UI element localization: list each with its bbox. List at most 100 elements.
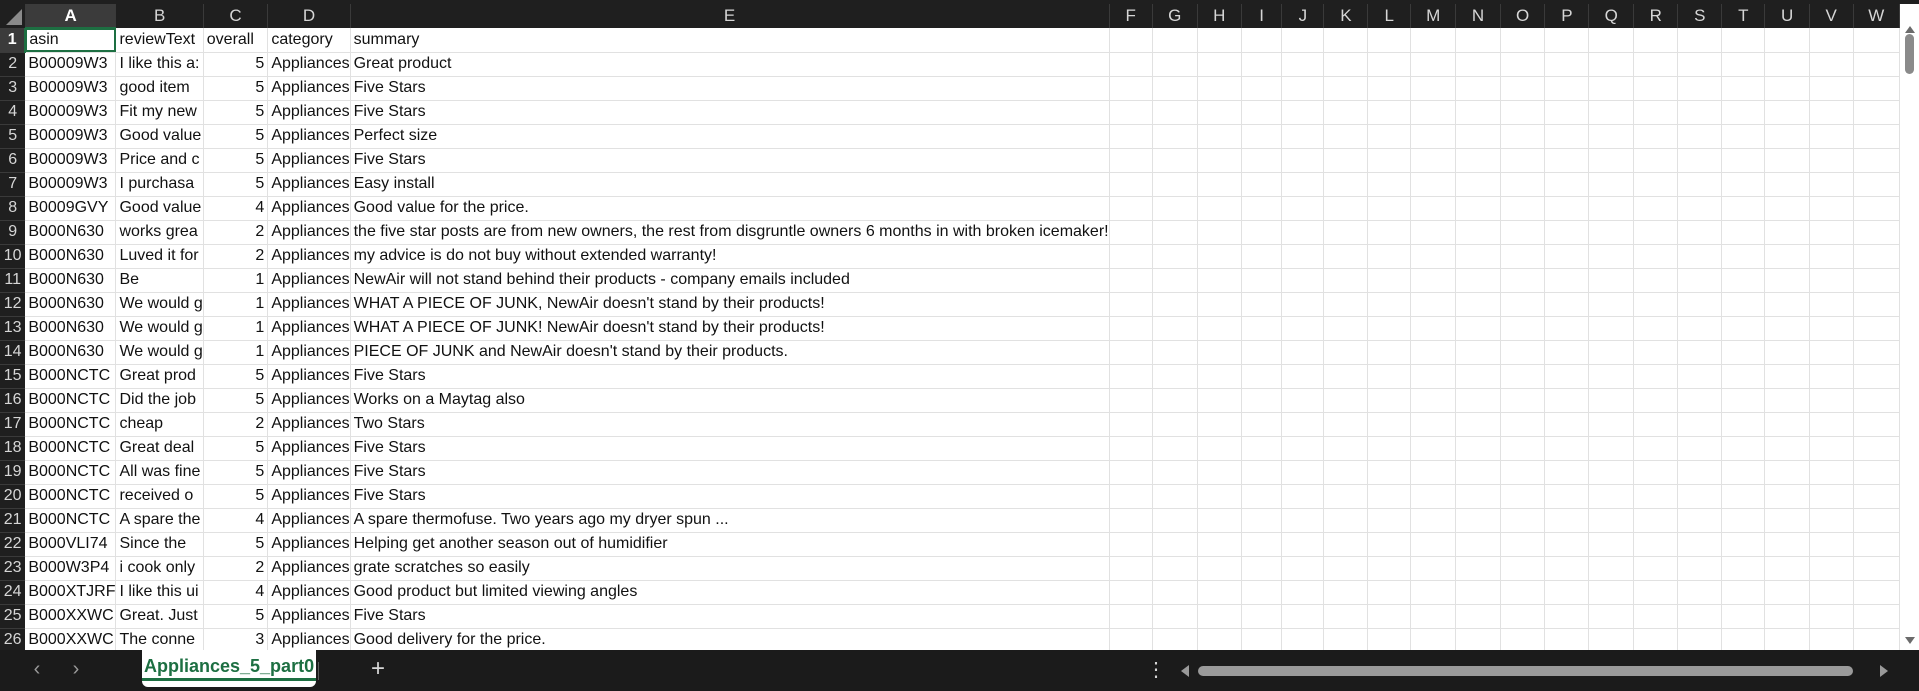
empty-cell[interactable] <box>1588 244 1635 269</box>
empty-cell[interactable] <box>1721 76 1766 101</box>
cell-b[interactable]: We would g <box>115 292 204 317</box>
cell-e[interactable]: WHAT A PIECE OF JUNK, NewAir doesn't sta… <box>350 292 1110 317</box>
empty-cell[interactable] <box>1197 292 1242 317</box>
empty-cell[interactable] <box>1853 220 1900 245</box>
empty-cell[interactable] <box>1410 604 1457 629</box>
empty-cell[interactable] <box>1721 316 1766 341</box>
cell-e[interactable]: Five Stars <box>350 100 1110 125</box>
row-header[interactable]: 7 <box>0 172 26 197</box>
cell-d[interactable]: Appliances <box>267 148 351 173</box>
column-header-j[interactable]: J <box>1281 4 1325 28</box>
empty-cell[interactable] <box>1633 100 1679 125</box>
empty-cell[interactable] <box>1152 604 1198 629</box>
empty-cell[interactable] <box>1633 172 1679 197</box>
empty-cell[interactable] <box>1455 220 1501 245</box>
cell-b[interactable]: The conne <box>115 628 204 650</box>
cell-c[interactable]: 5 <box>203 484 269 509</box>
empty-cell[interactable] <box>1721 148 1766 173</box>
empty-cell[interactable] <box>1323 604 1369 629</box>
empty-cell[interactable] <box>1853 76 1900 101</box>
cell-a[interactable]: B000NCTC <box>25 460 117 485</box>
empty-cell[interactable] <box>1410 412 1457 437</box>
empty-cell[interactable] <box>1500 244 1546 269</box>
column-header-k[interactable]: K <box>1323 4 1369 28</box>
empty-cell[interactable] <box>1152 76 1198 101</box>
empty-cell[interactable] <box>1677 340 1723 365</box>
empty-cell[interactable] <box>1677 412 1723 437</box>
empty-cell[interactable] <box>1588 172 1635 197</box>
sheet-tab-active[interactable]: Appliances_5_part0 <box>142 650 317 687</box>
cell-b[interactable]: works grea <box>115 220 204 245</box>
empty-cell[interactable] <box>1853 244 1900 269</box>
empty-cell[interactable] <box>1853 100 1900 125</box>
cell-e[interactable]: Good product but limited viewing angles <box>350 580 1110 605</box>
empty-cell[interactable] <box>1455 388 1501 413</box>
empty-cell[interactable] <box>1455 196 1501 221</box>
empty-cell[interactable] <box>1544 196 1590 221</box>
empty-cell[interactable] <box>1197 196 1242 221</box>
empty-cell[interactable] <box>1633 316 1679 341</box>
empty-cell[interactable] <box>1152 508 1198 533</box>
cell-e[interactable]: Five Stars <box>350 148 1110 173</box>
empty-cell[interactable] <box>1809 484 1854 509</box>
empty-cell[interactable] <box>1633 388 1679 413</box>
empty-cell[interactable] <box>1152 148 1198 173</box>
empty-cell[interactable] <box>1152 364 1198 389</box>
empty-cell[interactable] <box>1633 556 1679 581</box>
empty-cell[interactable] <box>1500 580 1546 605</box>
cell-c[interactable]: 4 <box>203 580 269 605</box>
more-options-icon[interactable]: ⋮ <box>1146 650 1166 691</box>
empty-cell[interactable] <box>1152 268 1198 293</box>
empty-cell[interactable] <box>1323 148 1369 173</box>
empty-cell[interactable] <box>1152 292 1198 317</box>
empty-cell[interactable] <box>1588 292 1635 317</box>
empty-cell[interactable] <box>1109 556 1153 581</box>
empty-cell[interactable] <box>1109 100 1153 125</box>
select-all-corner[interactable] <box>0 4 26 28</box>
cell-b[interactable]: We would g <box>115 340 204 365</box>
empty-cell[interactable] <box>1241 364 1283 389</box>
empty-cell[interactable] <box>1544 316 1590 341</box>
column-header-s[interactable]: S <box>1677 4 1723 28</box>
empty-cell[interactable] <box>1152 532 1198 557</box>
empty-cell[interactable] <box>1152 196 1198 221</box>
cell-a[interactable]: B000XXWC <box>25 628 117 650</box>
empty-cell[interactable] <box>1764 436 1810 461</box>
empty-cell[interactable] <box>1455 556 1501 581</box>
empty-cell[interactable] <box>1721 172 1766 197</box>
empty-cell[interactable] <box>1853 52 1900 77</box>
empty-cell[interactable] <box>1500 628 1546 650</box>
empty-cell[interactable] <box>1367 340 1412 365</box>
empty-cell[interactable] <box>1281 628 1325 650</box>
empty-cell[interactable] <box>1809 388 1854 413</box>
empty-cell[interactable] <box>1152 556 1198 581</box>
empty-cell[interactable] <box>1410 628 1457 650</box>
column-header-v[interactable]: V <box>1809 4 1854 28</box>
empty-cell[interactable] <box>1677 388 1723 413</box>
column-header-g[interactable]: G <box>1152 4 1198 28</box>
empty-cell[interactable] <box>1544 220 1590 245</box>
cell-c[interactable]: 5 <box>203 100 269 125</box>
empty-cell[interactable] <box>1367 412 1412 437</box>
empty-cell[interactable] <box>1544 268 1590 293</box>
row-header[interactable]: 6 <box>0 148 26 173</box>
empty-cell[interactable] <box>1544 28 1590 53</box>
empty-cell[interactable] <box>1241 388 1283 413</box>
cell-a[interactable]: B000NCTC <box>25 436 117 461</box>
row-header[interactable]: 19 <box>0 460 26 485</box>
empty-cell[interactable] <box>1853 268 1900 293</box>
empty-cell[interactable] <box>1544 52 1590 77</box>
empty-cell[interactable] <box>1367 268 1412 293</box>
row-header[interactable]: 2 <box>0 52 26 77</box>
empty-cell[interactable] <box>1633 52 1679 77</box>
cell-a[interactable]: B000NCTC <box>25 412 117 437</box>
cell-d[interactable]: Appliances <box>267 508 351 533</box>
empty-cell[interactable] <box>1109 460 1153 485</box>
cell-c[interactable]: 5 <box>203 124 269 149</box>
empty-cell[interactable] <box>1410 460 1457 485</box>
cell-d[interactable]: Appliances <box>267 340 351 365</box>
empty-cell[interactable] <box>1500 52 1546 77</box>
empty-cell[interactable] <box>1410 100 1457 125</box>
empty-cell[interactable] <box>1197 532 1242 557</box>
empty-cell[interactable] <box>1281 388 1325 413</box>
